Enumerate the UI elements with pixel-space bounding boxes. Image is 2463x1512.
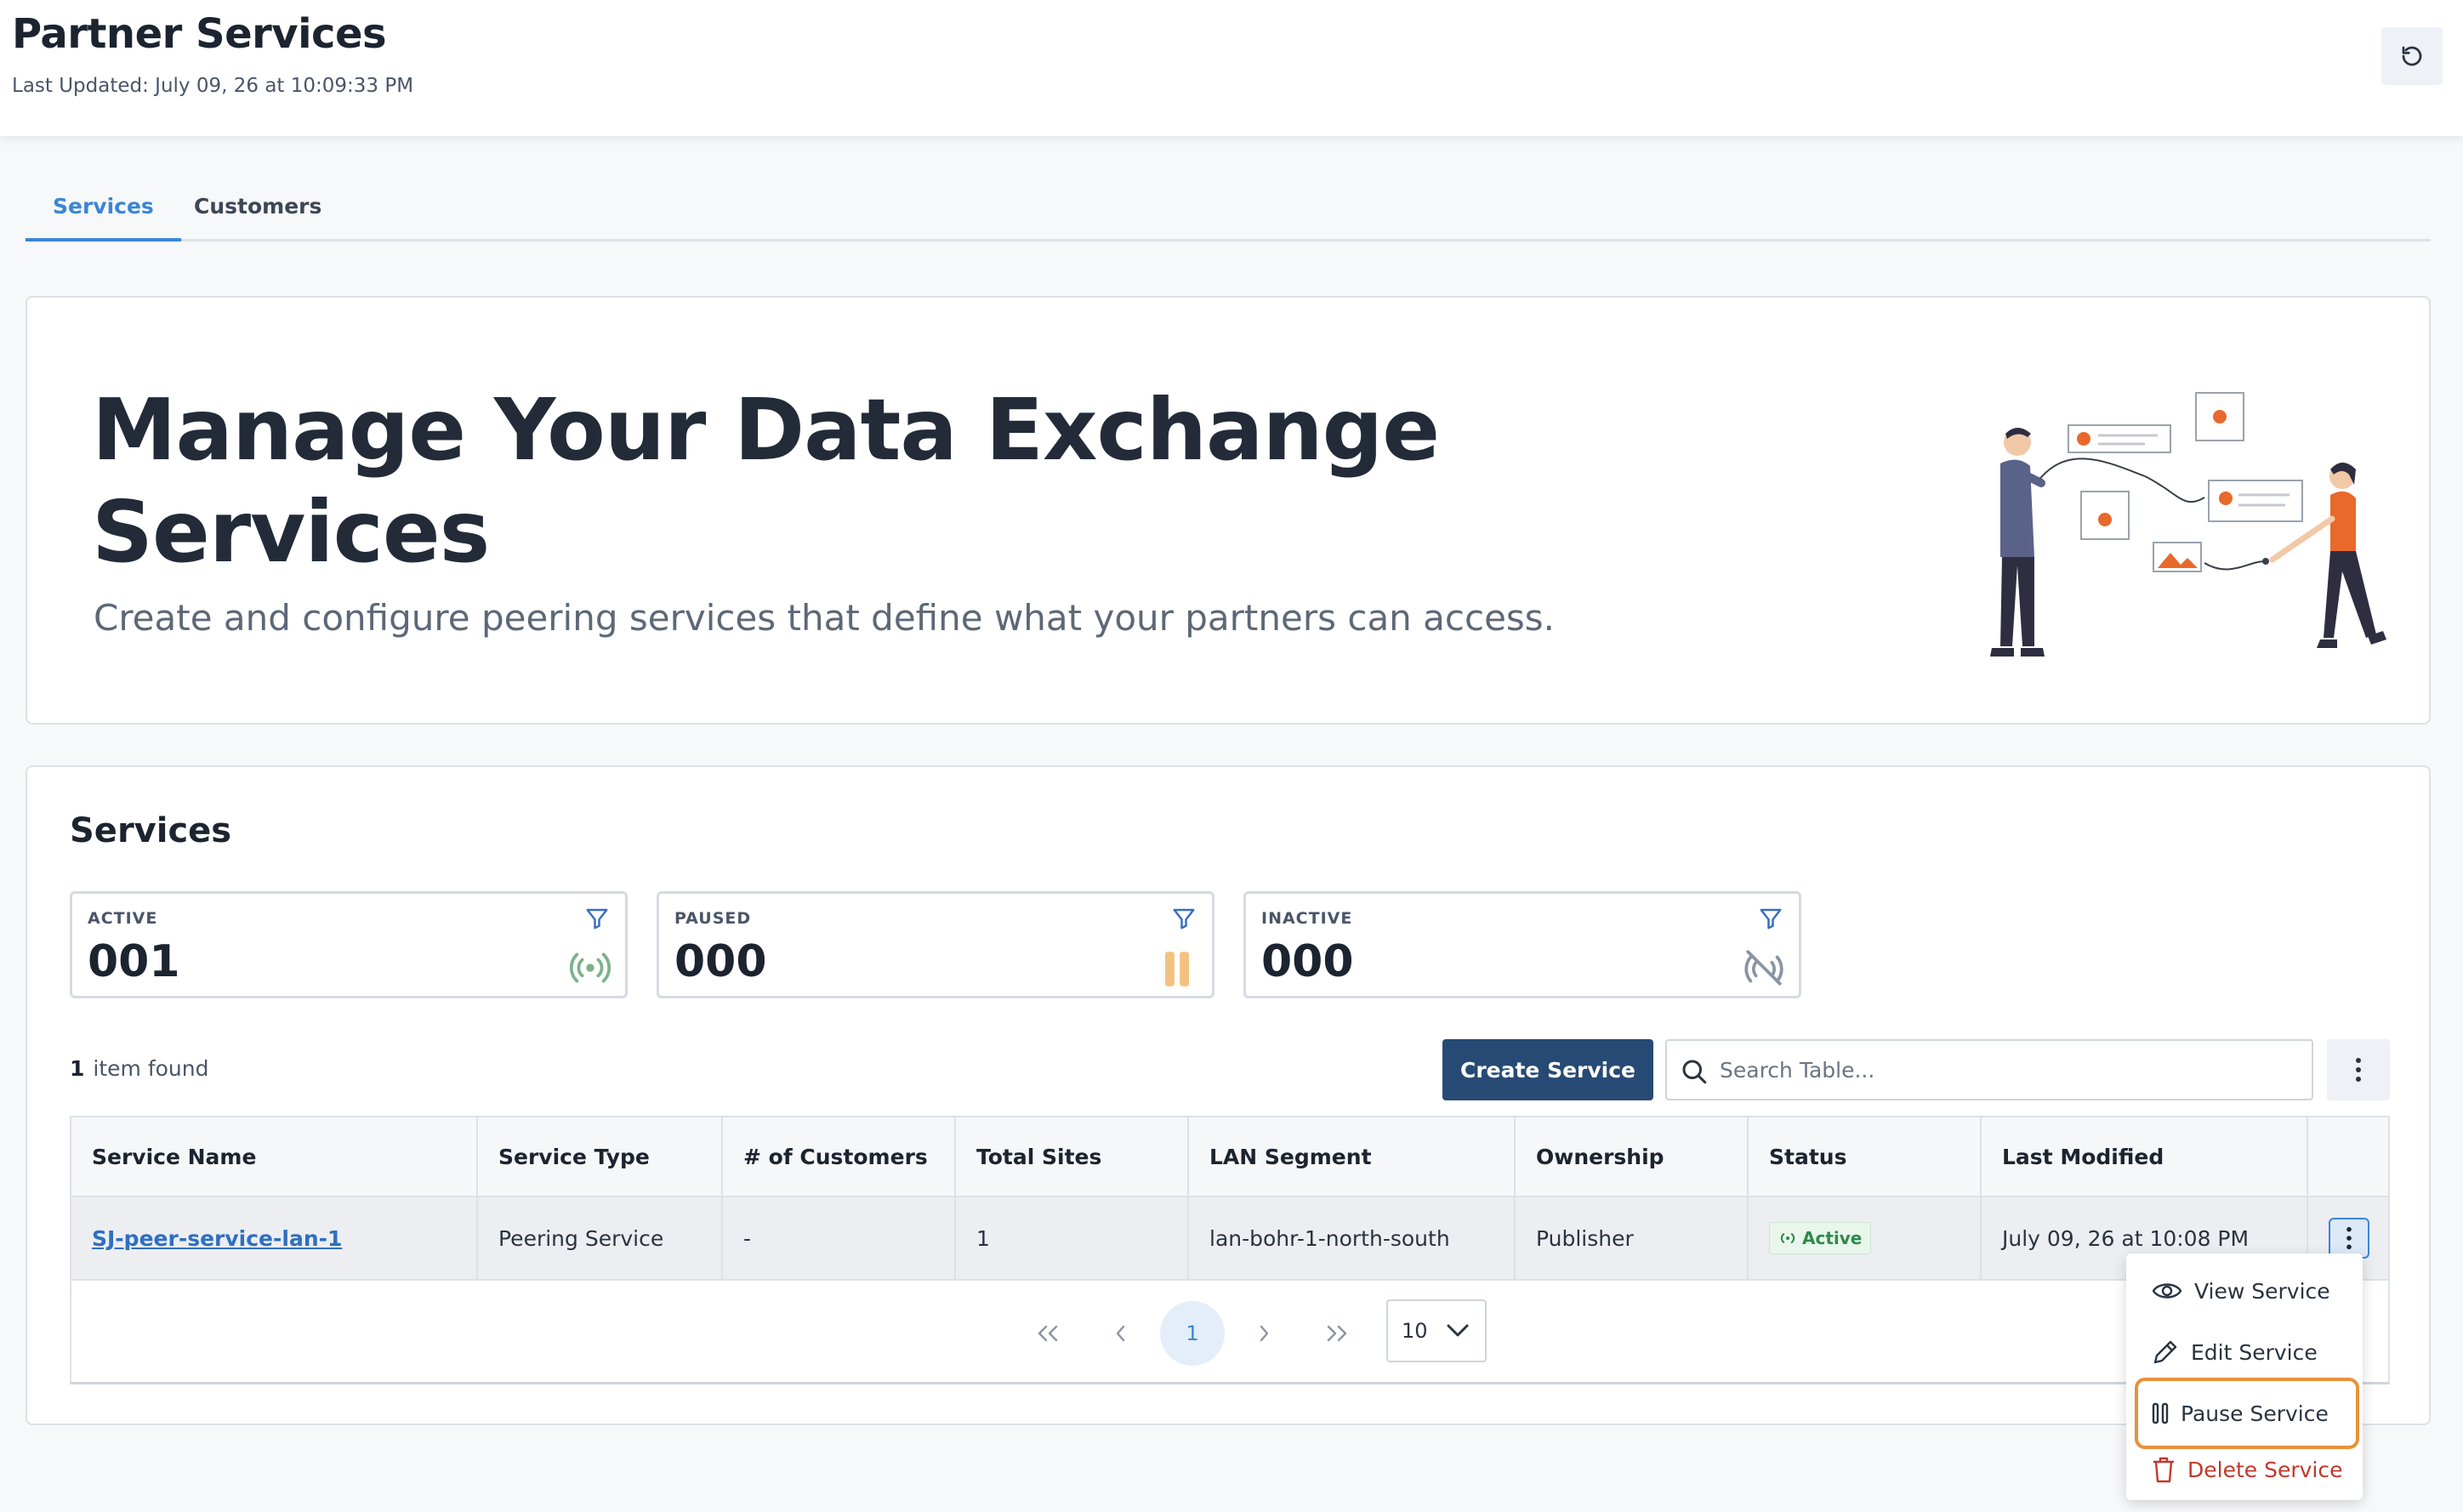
stat-value: 000 bbox=[674, 936, 767, 987]
filter-icon[interactable] bbox=[584, 906, 610, 931]
prev-page-button[interactable] bbox=[1089, 1301, 1153, 1366]
cell-service-name: SJ-peer-service-lan-1 bbox=[71, 1197, 478, 1279]
last-page-button[interactable] bbox=[1305, 1301, 1369, 1366]
hero-subtitle: Create and configure peering services th… bbox=[94, 597, 1556, 639]
column-header[interactable]: Service Name bbox=[71, 1117, 478, 1196]
service-name-link[interactable]: SJ-peer-service-lan-1 bbox=[92, 1226, 342, 1251]
stat-paused[interactable]: PAUSED 000 bbox=[657, 891, 1214, 998]
tab-bar: Services Customers bbox=[26, 182, 2431, 242]
page-1-button[interactable]: 1 bbox=[1160, 1301, 1225, 1366]
hero-banner: Manage Your Data Exchange Services Creat… bbox=[26, 296, 2431, 725]
cell-ownership: Publisher bbox=[1516, 1197, 1749, 1279]
refresh-icon bbox=[2402, 46, 2422, 66]
menu-item-label: Pause Service bbox=[2181, 1401, 2329, 1426]
delete-service-menu-item[interactable]: Delete Service bbox=[2126, 1439, 2363, 1500]
items-found-text: 1 item found bbox=[70, 1056, 209, 1081]
column-header[interactable]: Last Modified bbox=[1982, 1117, 2308, 1196]
cell-customers: - bbox=[723, 1197, 956, 1279]
collaboration-illustration bbox=[1990, 392, 2386, 657]
pencil-icon bbox=[2153, 1340, 2177, 1364]
edit-service-menu-item[interactable]: Edit Service bbox=[2126, 1322, 2363, 1383]
last-updated-text: Last Updated: July 09, 26 at 10:09:33 PM bbox=[12, 75, 414, 97]
column-header[interactable]: Status bbox=[1749, 1117, 1982, 1196]
services-heading: Services bbox=[70, 811, 232, 850]
chevron-right-icon bbox=[1260, 1325, 1269, 1342]
menu-item-label: View Service bbox=[2194, 1278, 2330, 1304]
status-badge: Active bbox=[1769, 1222, 1872, 1254]
filter-icon[interactable] bbox=[1171, 906, 1197, 931]
column-header[interactable]: Service Type bbox=[478, 1117, 723, 1196]
next-page-button[interactable] bbox=[1232, 1301, 1296, 1366]
stat-label: PAUSED bbox=[674, 909, 752, 928]
tab-services[interactable]: Services bbox=[26, 182, 181, 242]
stat-label: ACTIVE bbox=[88, 909, 158, 928]
double-chevron-left-icon bbox=[1038, 1325, 1058, 1342]
table-header: Service Name Service Type # of Customers… bbox=[71, 1117, 2388, 1197]
page-size-select[interactable]: 10 bbox=[1386, 1299, 1487, 1362]
cell-service-type: Peering Service bbox=[478, 1197, 723, 1279]
eye-icon bbox=[2152, 1283, 2182, 1299]
pause-icon bbox=[1164, 952, 1190, 986]
stat-inactive[interactable]: INACTIVE 000 bbox=[1243, 891, 1801, 998]
services-panel: Services ACTIVE 001 PAUSED 000 INACTIVE … bbox=[26, 765, 2431, 1425]
table-row: SJ-peer-service-lan-1 Peering Service - … bbox=[71, 1197, 2388, 1281]
stat-value: 000 bbox=[1261, 936, 1354, 987]
stat-active[interactable]: ACTIVE 001 bbox=[70, 891, 628, 998]
trash-icon bbox=[2153, 1457, 2174, 1483]
refresh-button[interactable] bbox=[2381, 27, 2443, 85]
view-service-menu-item[interactable]: View Service bbox=[2126, 1260, 2363, 1322]
chevron-down-icon bbox=[1447, 1324, 1469, 1337]
menu-item-label: Delete Service bbox=[2187, 1457, 2343, 1482]
search-box[interactable] bbox=[1665, 1039, 2313, 1100]
items-count: 1 bbox=[70, 1056, 85, 1081]
cell-lan-segment: lan-bohr-1-north-south bbox=[1189, 1197, 1516, 1279]
kebab-icon bbox=[2346, 1226, 2352, 1250]
create-service-button[interactable]: Create Service bbox=[1442, 1039, 1653, 1100]
column-header[interactable]: LAN Segment bbox=[1189, 1117, 1516, 1196]
broadcast-icon bbox=[1780, 1233, 1795, 1243]
kebab-icon bbox=[2356, 1058, 2361, 1082]
search-input[interactable] bbox=[1720, 1049, 2298, 1090]
tab-customers[interactable]: Customers bbox=[167, 182, 349, 242]
column-header-actions bbox=[2308, 1117, 2390, 1196]
signal-off-icon bbox=[1744, 950, 1783, 986]
column-header[interactable]: Ownership bbox=[1516, 1117, 1749, 1196]
search-icon bbox=[1682, 1060, 1707, 1084]
row-actions-menu: View Service Edit Service Pause Service … bbox=[2126, 1253, 2363, 1500]
column-header[interactable]: # of Customers bbox=[723, 1117, 956, 1196]
pagination: 1 10 bbox=[71, 1281, 2388, 1386]
page-title: Partner Services bbox=[12, 10, 387, 58]
page-size-value: 10 bbox=[1402, 1319, 1428, 1343]
double-chevron-right-icon bbox=[1327, 1325, 1347, 1342]
cell-total-sites: 1 bbox=[956, 1197, 1189, 1279]
items-label: item found bbox=[93, 1056, 209, 1081]
row-actions-button[interactable] bbox=[2329, 1218, 2369, 1259]
page-header: Partner Services Last Updated: July 09, … bbox=[0, 0, 2463, 136]
hero-title: Manage Your Data Exchange Services bbox=[92, 380, 1440, 582]
first-page-button[interactable] bbox=[1015, 1301, 1080, 1366]
cell-status: Active bbox=[1749, 1197, 1982, 1279]
chevron-left-icon bbox=[1116, 1325, 1125, 1342]
stat-value: 001 bbox=[88, 936, 180, 987]
services-table: Service Name Service Type # of Customers… bbox=[70, 1116, 2390, 1384]
stat-label: INACTIVE bbox=[1261, 909, 1353, 928]
status-text: Active bbox=[1802, 1228, 1863, 1248]
table-options-button[interactable] bbox=[2327, 1039, 2390, 1100]
menu-item-label: Edit Service bbox=[2191, 1339, 2318, 1365]
broadcast-icon bbox=[570, 952, 611, 983]
pause-icon bbox=[2152, 1402, 2169, 1424]
column-header[interactable]: Total Sites bbox=[956, 1117, 1189, 1196]
filter-icon[interactable] bbox=[1758, 906, 1783, 931]
